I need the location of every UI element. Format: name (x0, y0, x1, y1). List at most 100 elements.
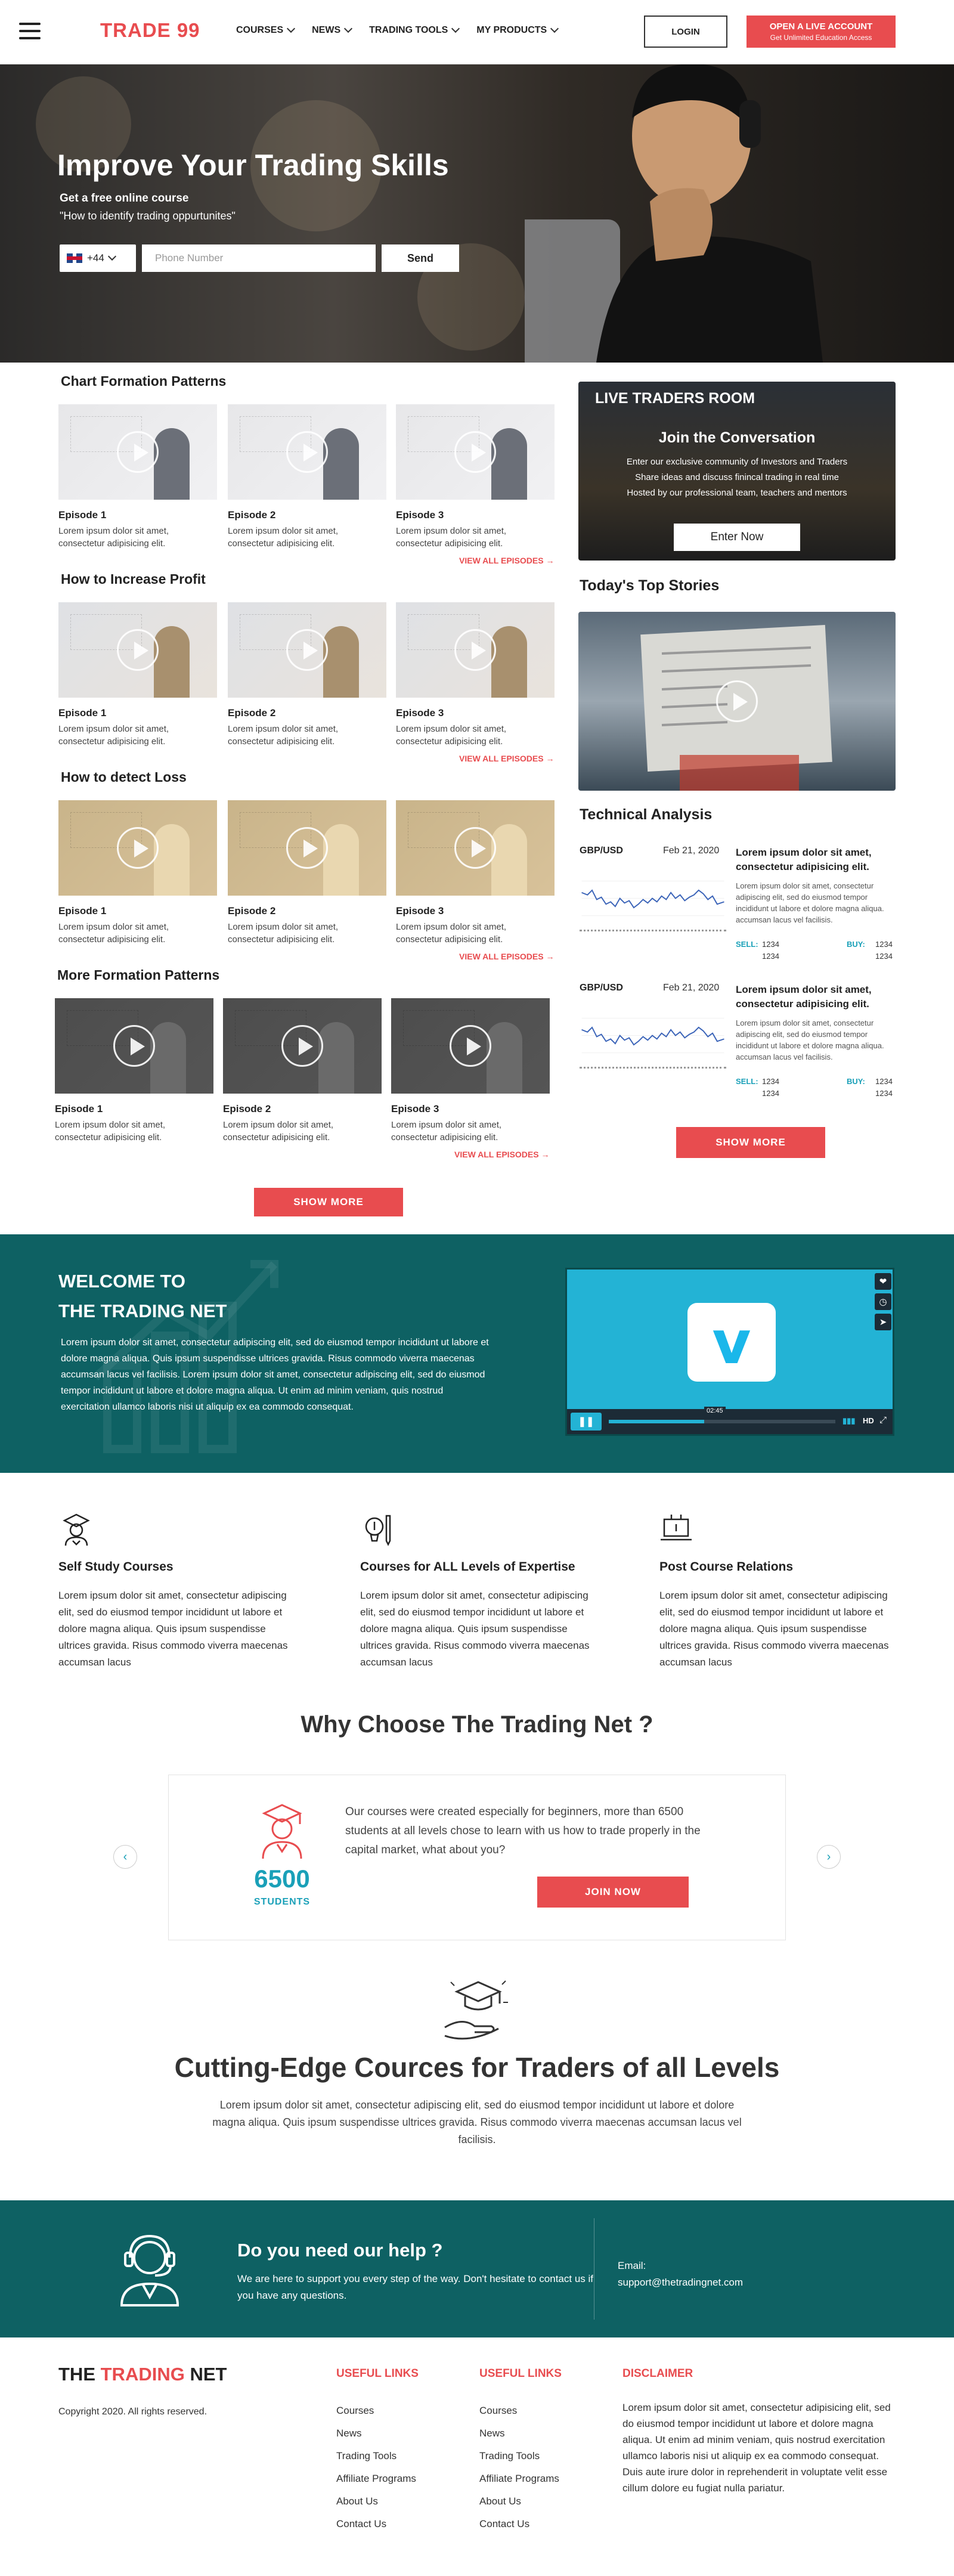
episode-title[interactable]: Episode 3 (396, 905, 444, 917)
watch-later-icon[interactable]: ◷ (875, 1293, 891, 1310)
carousel-prev-arrow-icon[interactable]: ‹ (113, 1845, 137, 1869)
play-icon[interactable] (454, 629, 496, 671)
hd-badge[interactable]: HD (863, 1416, 874, 1425)
episode-title[interactable]: Episode 1 (58, 707, 106, 719)
play-icon[interactable] (113, 1025, 155, 1067)
video-progress-bar[interactable] (609, 1420, 835, 1423)
episode-title[interactable]: Episode 2 (228, 509, 275, 521)
episode-thumbnail[interactable] (58, 404, 217, 500)
enter-now-button[interactable]: Enter Now (674, 524, 800, 551)
episode-thumbnail[interactable] (55, 998, 213, 1094)
episode-thumbnail[interactable] (223, 998, 382, 1094)
episode-title[interactable]: Episode 3 (396, 707, 444, 719)
footer-link[interactable]: Trading Tools (336, 2445, 416, 2467)
episode-thumbnail[interactable] (228, 404, 386, 500)
play-icon[interactable] (117, 629, 159, 671)
analysis-headline[interactable]: Lorem ipsum dolor sit amet, consectetur … (736, 846, 897, 874)
episode-title[interactable]: Episode 1 (58, 509, 106, 521)
play-icon[interactable] (117, 431, 159, 473)
episode-title[interactable]: Episode 3 (391, 1103, 439, 1115)
footer-link[interactable]: About Us (336, 2490, 416, 2513)
play-icon[interactable] (454, 827, 496, 869)
vimeo-video-player[interactable]: v ❤ ◷ ➤ ❚❚ 02:45 ▮▮▮ HD ⤢ (565, 1268, 894, 1436)
play-icon[interactable] (450, 1025, 491, 1067)
join-now-button[interactable]: JOIN NOW (537, 1877, 689, 1908)
footer-link[interactable]: News (336, 2422, 416, 2445)
episode-thumbnail[interactable] (396, 602, 555, 698)
episode-title[interactable]: Episode 1 (58, 905, 106, 917)
episode-thumbnail[interactable] (391, 998, 550, 1094)
technical-analysis-card[interactable]: GBP/USD Feb 21, 2020 Lorem ipsum dolor sit… (580, 983, 896, 1102)
footer-link[interactable]: About Us (479, 2490, 559, 2513)
episode-title[interactable]: Episode 2 (228, 707, 275, 719)
footer-link[interactable]: Affiliate Programs (336, 2467, 416, 2490)
student-teacher-icon (63, 1513, 90, 1546)
footer-link[interactable]: Contact Us (336, 2513, 416, 2535)
play-icon[interactable] (286, 827, 328, 869)
top-story-video[interactable] (578, 612, 896, 791)
view-all-episodes-link[interactable]: VIEW ALL EPISODES → (459, 754, 554, 763)
footer-logo[interactable]: THE TRADING NET (58, 2364, 227, 2385)
view-all-episodes-link[interactable]: VIEW ALL EPISODES → (454, 1150, 549, 1159)
episode-title[interactable]: Episode 2 (223, 1103, 271, 1115)
site-logo[interactable]: TRADE 99 (100, 19, 200, 42)
presenter-figure (323, 824, 359, 896)
graduate-icon (262, 1804, 302, 1859)
pause-icon[interactable]: ❚❚ (571, 1413, 602, 1431)
episode-title[interactable]: Episode 1 (55, 1103, 103, 1115)
live-traders-room-card[interactable]: LIVE TRADERS ROOM Join the Conversation … (578, 382, 896, 561)
footer-link[interactable]: Contact Us (479, 2513, 559, 2535)
play-icon[interactable] (281, 1025, 323, 1067)
students-label: STUDENTS (253, 1897, 311, 1907)
episode-description: Lorem ipsum dolor sit amet, consectetur … (396, 724, 507, 747)
nav-courses[interactable]: COURSES (236, 24, 296, 36)
episode-thumbnail[interactable] (58, 800, 217, 896)
nav-my-products[interactable]: MY PRODUCTS (476, 24, 559, 36)
fullscreen-icon[interactable]: ⤢ (879, 1415, 887, 1425)
episodes-show-more-button[interactable]: SHOW MORE (254, 1188, 403, 1216)
technical-analysis-card[interactable]: GBP/USD Feb 21, 2020 Lorem ipsum dolor sit… (580, 846, 896, 965)
footer-link[interactable]: Affiliate Programs (479, 2467, 559, 2490)
play-icon[interactable] (454, 431, 496, 473)
country-code-select[interactable]: +44 (60, 244, 136, 272)
footer-link[interactable]: News (479, 2422, 559, 2445)
episode-thumbnail[interactable] (58, 602, 217, 698)
play-icon[interactable] (286, 629, 328, 671)
hamburger-menu-icon[interactable] (19, 23, 41, 39)
view-all-episodes-link[interactable]: VIEW ALL EPISODES → (459, 556, 554, 565)
support-agent-icon (120, 2234, 179, 2306)
technical-show-more-button[interactable]: SHOW MORE (676, 1127, 825, 1158)
nav-news[interactable]: NEWS (312, 24, 353, 36)
nav-trading-tools[interactable]: TRADING TOOLS (369, 24, 460, 36)
open-live-account-button[interactable]: OPEN A LIVE ACCOUNT Get Unlimited Educat… (747, 16, 896, 48)
like-icon[interactable]: ❤ (875, 1273, 891, 1290)
login-button[interactable]: LOGIN (644, 16, 727, 48)
volume-icon[interactable]: ▮▮▮ (843, 1416, 855, 1426)
episode-thumbnail[interactable] (396, 404, 555, 500)
analysis-headline[interactable]: Lorem ipsum dolor sit amet, consectetur … (736, 983, 897, 1011)
episode-description: Lorem ipsum dolor sit amet, consectetur … (58, 922, 169, 945)
episode-description: Lorem ipsum dolor sit amet, consectetur … (396, 922, 507, 945)
episode-thumbnail[interactable] (228, 602, 386, 698)
footer-link[interactable]: Trading Tools (479, 2445, 559, 2467)
share-icon[interactable]: ➤ (875, 1314, 891, 1330)
presenter-figure (318, 1022, 354, 1094)
play-icon[interactable] (117, 827, 159, 869)
play-icon[interactable] (716, 680, 758, 722)
support-email-link[interactable]: support@thetradingnet.com (618, 2277, 743, 2289)
episode-title[interactable]: Episode 3 (396, 509, 444, 521)
presenter-figure (491, 824, 527, 896)
episode-thumbnail[interactable] (396, 800, 555, 896)
carousel-next-arrow-icon[interactable]: › (817, 1845, 841, 1869)
laptop-relations-icon (661, 1515, 692, 1541)
episode-description: Lorem ipsum dolor sit amet, consectetur … (55, 1120, 166, 1143)
play-icon[interactable] (286, 431, 328, 473)
video-progress-fill (609, 1420, 704, 1423)
episode-title[interactable]: Episode 2 (228, 905, 275, 917)
footer-link[interactable]: Courses (479, 2399, 559, 2422)
send-button[interactable]: Send (382, 244, 459, 272)
phone-number-input[interactable]: Phone Number (142, 244, 376, 272)
view-all-episodes-link[interactable]: VIEW ALL EPISODES → (459, 952, 554, 961)
footer-link[interactable]: Courses (336, 2399, 416, 2422)
episode-thumbnail[interactable] (228, 800, 386, 896)
